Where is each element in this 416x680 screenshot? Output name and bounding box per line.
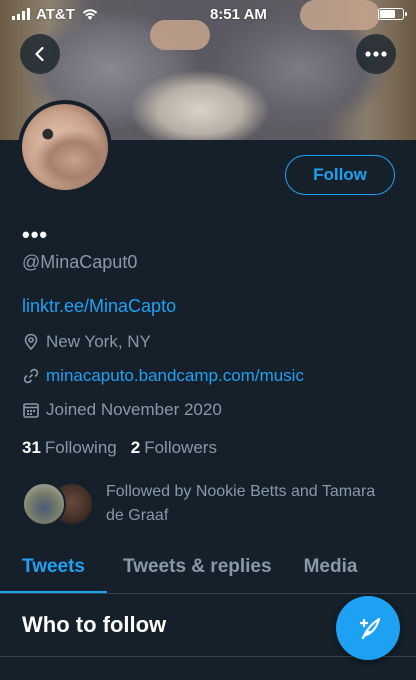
follow-counts: 31 Following 2 Followers [22, 438, 217, 458]
joined-row: Joined November 2020 [22, 400, 222, 420]
profile-handle: @MinaCaput0 [22, 252, 138, 272]
followed-by-avatars [22, 480, 94, 528]
website-link[interactable]: minacaputo.bandcamp.com/music [46, 366, 304, 386]
location-text: New York, NY [46, 332, 151, 351]
calendar-icon [23, 403, 39, 418]
tabs-divider [0, 593, 416, 594]
wifi-icon [82, 9, 98, 20]
battery-icon [377, 8, 407, 20]
followed-by-text: Followed by Nookie Betts and Tamara de G… [106, 483, 376, 524]
back-button[interactable] [20, 34, 60, 74]
signal-icon [12, 8, 30, 20]
joined-text: Joined November 2020 [46, 400, 222, 419]
follower-avatar [22, 482, 66, 526]
status-left: AT&T [12, 6, 99, 23]
profile-avatar[interactable] [18, 100, 112, 194]
followers-number: 2 [130, 438, 141, 457]
compose-tweet-button[interactable] [336, 596, 400, 660]
profile-name: ••• [22, 222, 49, 247]
tab-media[interactable]: Media [272, 540, 358, 594]
follow-button[interactable]: Follow [285, 155, 395, 195]
status-bar: AT&T 8:51 AM [0, 0, 416, 28]
more-button[interactable] [356, 34, 396, 74]
followed-by-row[interactable]: Followed by Nookie Betts and Tamara de G… [22, 480, 376, 528]
back-arrow-icon [35, 46, 44, 62]
link-icon [23, 368, 39, 384]
status-time: 8:51 AM [209, 5, 267, 23]
following-label: Following [44, 438, 117, 457]
profile-tabs: Tweets Tweets & replies Media [0, 540, 416, 594]
website-row: minacaputo.bandcamp.com/music [22, 366, 304, 386]
bio-link[interactable]: linktr.ee/MinaCapto [22, 296, 176, 317]
followers-label: Followers [144, 438, 217, 457]
location-pin-icon [24, 333, 38, 351]
following-count[interactable]: 31 Following [22, 438, 117, 458]
followers-count[interactable]: 2 Followers [131, 438, 217, 458]
compose-tweet-icon [359, 617, 381, 640]
tab-tweets[interactable]: Tweets [0, 540, 108, 594]
carrier-label: AT&T [36, 5, 75, 23]
location-row: New York, NY [22, 332, 151, 352]
who-to-follow-heading: Who to follow [22, 612, 167, 637]
more-icon [365, 51, 387, 57]
following-number: 31 [22, 438, 41, 457]
tab-tweets-replies[interactable]: Tweets & replies [85, 540, 272, 594]
